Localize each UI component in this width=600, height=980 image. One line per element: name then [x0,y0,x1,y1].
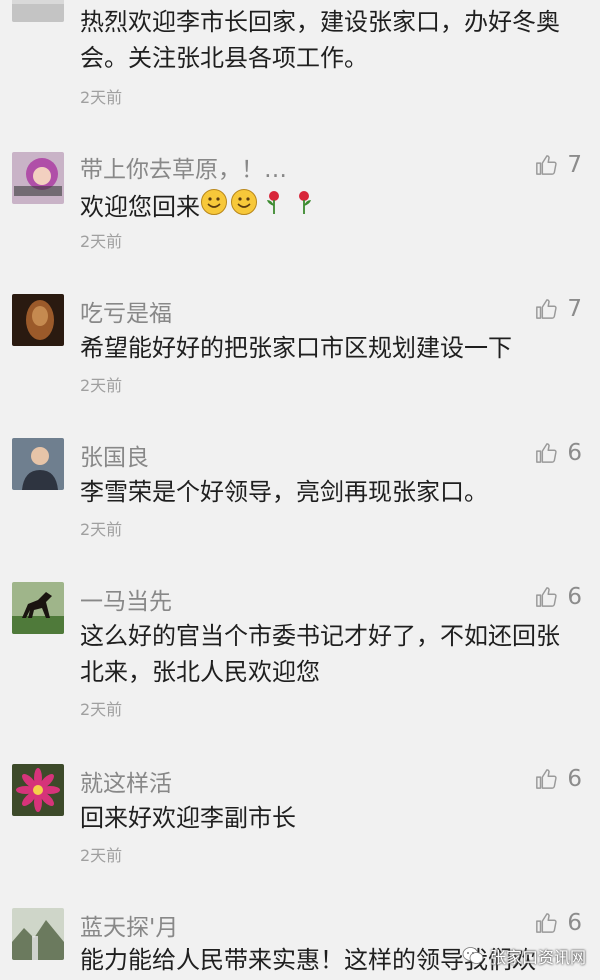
avatar[interactable] [12,294,64,346]
like-count: 6 [567,910,582,936]
thumbs-up-icon [536,155,558,175]
wechat-icon [462,947,484,964]
thumbs-up-icon [536,587,558,607]
comment-text: 欢迎您回来 [80,188,580,226]
smile-emoji [200,188,228,226]
like-button[interactable]: 6 [535,440,582,466]
thumbs-up-icon [536,769,558,789]
like-button[interactable]: 7 [535,296,582,322]
like-button[interactable]: 6 [535,766,582,792]
thumbs-up-icon [536,443,558,463]
comment-text: 希望能好好的把张家口市区规划建设一下 [80,334,512,362]
like-count: 7 [567,296,582,322]
rose-emoji [260,188,288,226]
like-button[interactable]: 7 [535,152,582,178]
commenter-name[interactable]: 蓝天探'月 [80,908,178,942]
thumbs-up-icon [536,299,558,319]
like-button[interactable]: 6 [535,910,582,936]
comment-time: 2天前 [80,520,123,539]
thumbs-up-icon [536,913,558,933]
watermark-text: 张家口资讯网 [489,948,586,967]
comment-time: 2天前 [80,376,123,395]
avatar[interactable] [12,438,64,490]
comment-text-content: 欢迎您回来 [80,193,200,221]
comment-time: 2天前 [80,232,123,251]
comment-text: 李雪荣是个好领导，亮剑再现张家口。 [80,478,488,506]
comment-time: 2天前 [80,846,123,865]
like-count: 6 [567,584,582,610]
like-count: 6 [567,766,582,792]
comment-text: 这么好的官当个市委书记才好了，不如还回张北来，张北人民欢迎您 [80,622,560,686]
comment-time: 2天前 [80,700,123,719]
like-count: 7 [567,152,582,178]
avatar[interactable] [12,0,64,22]
commenter-name[interactable]: 一马当先 [80,582,172,616]
like-button[interactable]: 6 [535,584,582,610]
avatar[interactable] [12,764,64,816]
commenter-name[interactable]: 张国良 [80,438,149,472]
smile-emoji [230,188,258,226]
comment-time: 2天前 [80,88,123,107]
watermark: 张家口资讯网 [462,944,586,968]
commenter-name[interactable]: 吃亏是福 [80,294,172,328]
rose-emoji [290,188,318,226]
commenter-name[interactable]: 带上你去草原，！… [80,150,287,184]
avatar[interactable] [12,582,64,634]
comment-text: 回来好欢迎李副市长 [80,804,296,832]
avatar[interactable] [12,152,64,204]
commenter-name[interactable]: 就这样活 [80,764,172,798]
avatar[interactable] [12,908,64,960]
comment-text: 热烈欢迎李市长回家，建设张家口，办好冬奥会。关注张北县各项工作。 [80,8,560,72]
like-count: 6 [567,440,582,466]
